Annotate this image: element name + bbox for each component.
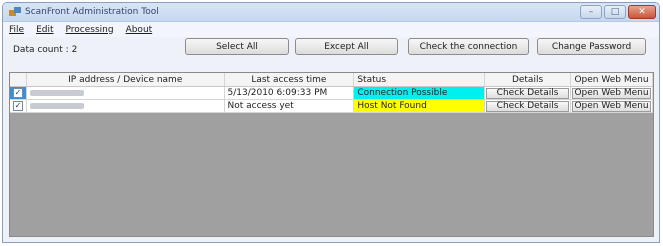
status-cell: Connection Possible xyxy=(353,86,486,100)
checkmark-icon: ✓ xyxy=(14,101,22,110)
title-bar: ScanFront Administration Tool – □ ✕ xyxy=(3,3,659,22)
ip-cell[interactable] xyxy=(26,86,225,100)
main-window: ScanFront Administration Tool – □ ✕ File… xyxy=(2,2,660,243)
table-row[interactable]: ✓ 5/13/2010 6:09:33 PM Connection Possib… xyxy=(10,86,653,100)
open-web-menu-button[interactable]: Open Web Menu xyxy=(571,100,651,112)
row-select-cell[interactable]: ✓ xyxy=(10,86,27,100)
toolbar: Data count :2 Select All Except All Chec… xyxy=(3,37,659,59)
table-row[interactable]: ✓ Not access yet Host Not Found Check De… xyxy=(10,99,653,113)
column-header-details[interactable]: Details xyxy=(484,73,571,87)
row-checkbox[interactable]: ✓ xyxy=(13,88,23,98)
data-count-value: 2 xyxy=(71,45,78,55)
maximize-button[interactable]: □ xyxy=(604,5,626,19)
select-all-button[interactable]: Select All xyxy=(185,38,289,55)
data-count-label: Data count : xyxy=(13,45,69,55)
column-header-select xyxy=(10,73,27,87)
column-header-status[interactable]: Status xyxy=(353,73,486,87)
ip-cell[interactable] xyxy=(26,99,225,113)
column-header-last-access[interactable]: Last access time xyxy=(224,73,355,87)
column-header-ip[interactable]: IP address / Device name xyxy=(26,73,225,87)
except-all-button[interactable]: Except All xyxy=(295,38,398,55)
app-icon xyxy=(9,7,21,16)
close-icon: ✕ xyxy=(638,6,646,17)
device-grid[interactable]: IP address / Device name Last access tim… xyxy=(9,72,654,237)
menu-about[interactable]: About xyxy=(126,25,153,35)
details-cell: Check Details xyxy=(484,99,571,113)
device-table: IP address / Device name Last access tim… xyxy=(10,73,653,113)
status-cell: Host Not Found xyxy=(353,99,486,113)
check-connection-button[interactable]: Check the connection xyxy=(408,38,529,55)
data-count: Data count :2 xyxy=(13,45,77,55)
row-select-cell[interactable]: ✓ xyxy=(10,99,27,113)
menu-processing[interactable]: Processing xyxy=(66,25,114,35)
check-details-button[interactable]: Check Details xyxy=(486,100,569,112)
row-checkbox[interactable]: ✓ xyxy=(13,101,23,111)
maximize-icon: □ xyxy=(610,6,620,17)
checkmark-icon: ✓ xyxy=(14,88,22,97)
minimize-icon: – xyxy=(588,6,594,17)
redacted-ip xyxy=(30,89,84,96)
redacted-ip xyxy=(30,102,84,109)
change-password-button[interactable]: Change Password xyxy=(537,38,646,55)
check-details-button[interactable]: Check Details xyxy=(486,87,569,99)
last-access-cell: 5/13/2010 6:09:33 PM xyxy=(224,86,355,100)
table-header: IP address / Device name Last access tim… xyxy=(10,73,653,87)
menu-edit[interactable]: Edit xyxy=(36,25,53,35)
details-cell: Check Details xyxy=(484,86,571,100)
column-header-web-menu[interactable]: Open Web Menu xyxy=(570,73,653,87)
window-title: ScanFront Administration Tool xyxy=(25,7,159,17)
close-button[interactable]: ✕ xyxy=(628,5,656,19)
web-menu-cell: Open Web Menu xyxy=(570,99,653,113)
menu-bar: File Edit Processing About xyxy=(3,22,659,37)
last-access-cell: Not access yet xyxy=(224,99,355,113)
web-menu-cell: Open Web Menu xyxy=(570,86,653,100)
menu-file[interactable]: File xyxy=(9,25,24,35)
open-web-menu-button[interactable]: Open Web Menu xyxy=(571,87,651,99)
minimize-button[interactable]: – xyxy=(580,5,602,19)
